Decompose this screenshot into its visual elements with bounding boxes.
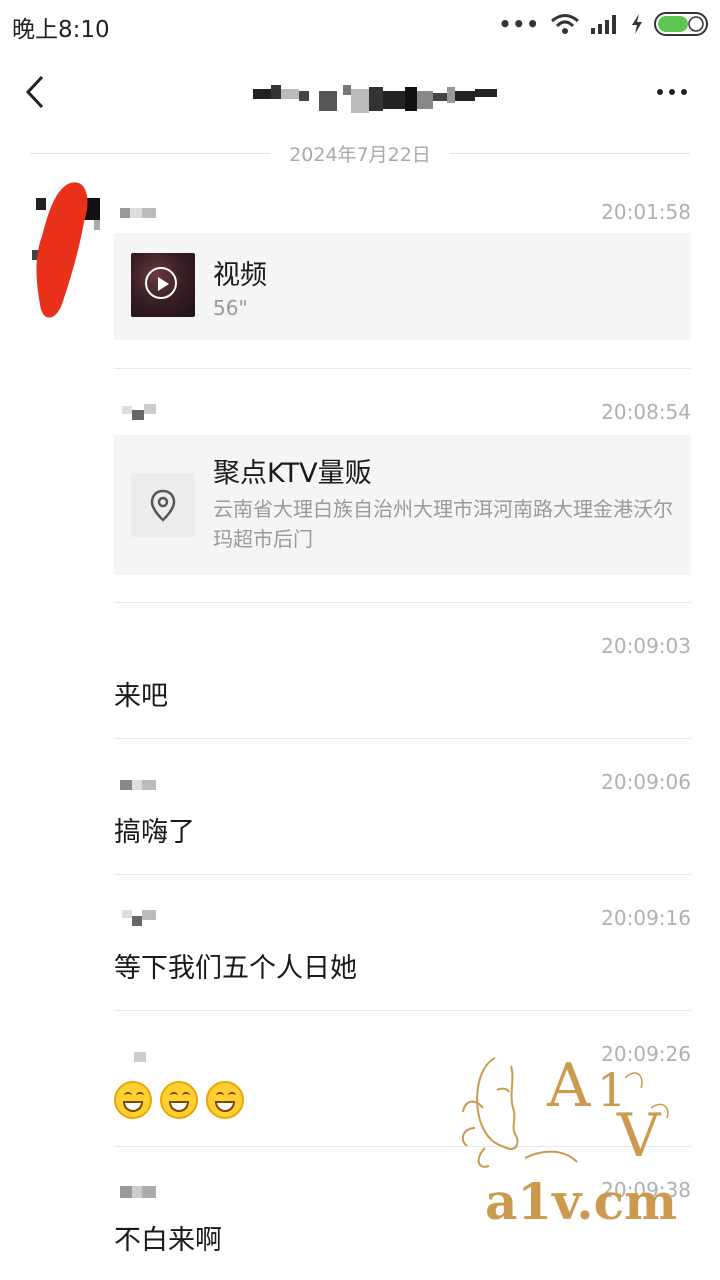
svg-text:V: V <box>616 1101 662 1171</box>
sender-name-mosaic <box>120 208 156 218</box>
sender-name-mosaic <box>120 780 156 790</box>
message-item: 20:01:58 视频 56" <box>114 200 691 342</box>
location-title: 聚点KTV量贩 <box>213 458 372 489</box>
status-icons: ••• <box>499 12 708 36</box>
message-timestamp: 20:08:54 <box>601 400 691 424</box>
message-timestamp: 20:09:06 <box>601 770 691 794</box>
signal-icon <box>591 15 616 34</box>
emoji-row <box>114 1081 247 1123</box>
chevron-left-icon[interactable] <box>20 72 60 112</box>
message-text: 不白来啊 <box>114 1225 222 1256</box>
date-divider: 2024年7月22日 <box>30 138 690 168</box>
message-item: 20:09:06 搞嗨了 <box>114 770 691 850</box>
message-item: 20:08:54 聚点KTV量贩 云南省大理白族自治州大理市洱河南路大理金港沃尔… <box>114 400 691 576</box>
divider-line <box>450 153 690 154</box>
sender-name-mosaic <box>122 910 156 926</box>
status-bar: 晚上8:10 ••• <box>0 0 720 50</box>
watermark-site-text: a1v.cm <box>485 1172 677 1231</box>
video-title: 视频 <box>213 260 267 291</box>
location-thumbnail <box>131 473 195 537</box>
message-timestamp: 20:09:03 <box>601 634 691 658</box>
message-separator <box>114 738 691 739</box>
message-timestamp: 20:09:16 <box>601 906 691 930</box>
more-dots-icon: ••• <box>498 12 540 36</box>
message-separator <box>114 602 691 603</box>
message-text: 来吧 <box>114 681 168 712</box>
video-thumbnail[interactable] <box>131 253 195 317</box>
charging-icon <box>632 14 642 34</box>
play-icon <box>145 267 177 299</box>
location-address: 云南省大理白族自治州大理市洱河南路大理金港沃尔玛超市后门 <box>213 497 673 551</box>
status-time: 晚上8:10 <box>12 17 110 43</box>
message-text: 等下我们五个人日她 <box>114 953 357 984</box>
wifi-icon <box>551 14 579 34</box>
sender-name-mosaic <box>120 1186 156 1198</box>
message-item: 20:09:03 来吧 <box>114 634 691 714</box>
video-card[interactable]: 视频 56" <box>114 233 691 340</box>
message-item: 20:09:16 等下我们五个人日她 <box>114 906 691 986</box>
chat-header <box>0 50 720 132</box>
battery-icon <box>654 12 708 36</box>
grin-emoji-icon <box>114 1081 152 1119</box>
message-text: 搞嗨了 <box>114 817 195 848</box>
message-separator <box>114 874 691 875</box>
grin-emoji-icon <box>206 1081 245 1119</box>
avatar[interactable] <box>28 178 104 328</box>
message-separator <box>114 1010 691 1011</box>
svg-text:A: A <box>546 1051 591 1121</box>
video-duration: 56" <box>213 296 248 320</box>
sender-name-mosaic <box>122 404 156 420</box>
location-card[interactable]: 聚点KTV量贩 云南省大理白族自治州大理市洱河南路大理金港沃尔玛超市后门 <box>114 435 691 575</box>
sender-name-mosaic <box>134 1052 146 1062</box>
message-separator <box>114 368 691 369</box>
location-pin-icon <box>150 489 176 522</box>
message-timestamp: 20:01:58 <box>601 200 691 224</box>
more-horizontal-icon[interactable] <box>654 78 690 106</box>
chat-title-mosaic <box>253 85 497 113</box>
grin-emoji-icon <box>160 1081 199 1119</box>
